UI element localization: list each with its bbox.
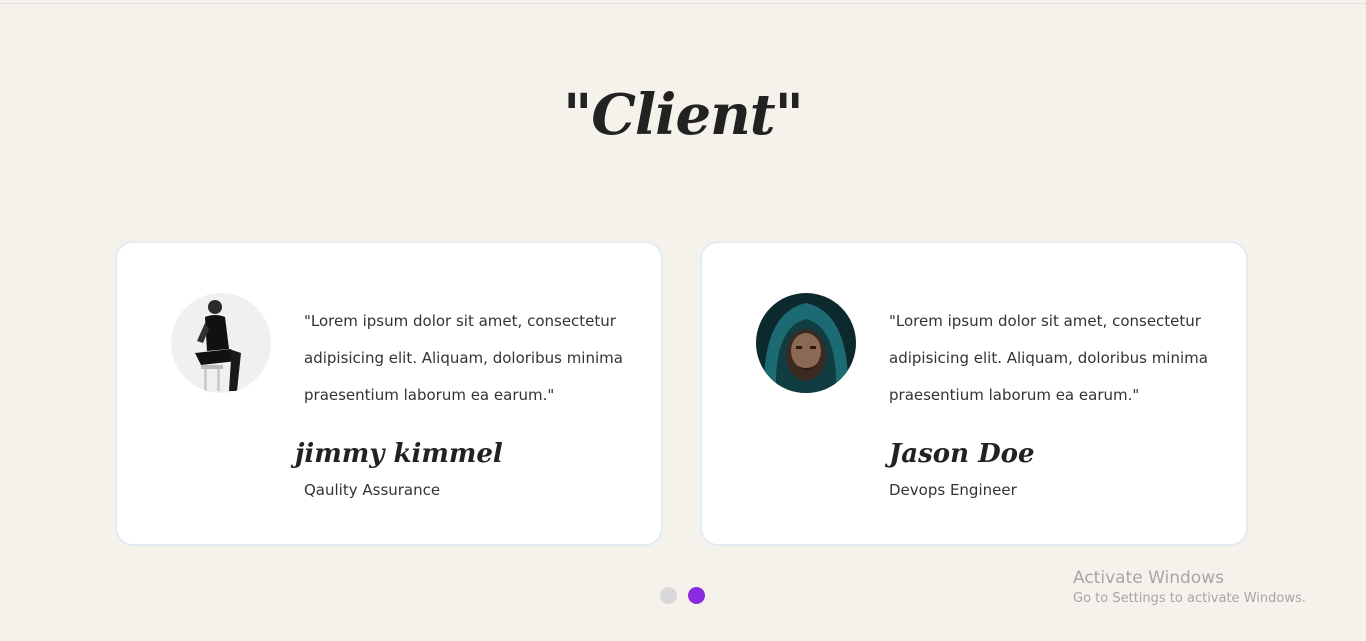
testimonial-role: Qaulity Assurance: [304, 481, 441, 499]
testimonial-card: "Lorem ipsum dolor sit amet, consectetur…: [115, 241, 663, 546]
testimonial-name: jimmy kimmel: [295, 439, 503, 469]
pagination-dot-2-active[interactable]: [688, 587, 705, 604]
watermark-title: Activate Windows: [1073, 568, 1224, 588]
pagination-dot-1[interactable]: [660, 587, 677, 604]
hooded-man-avatar: [756, 293, 856, 393]
person-sitting-avatar: [171, 293, 271, 393]
carousel-pagination: [660, 587, 720, 605]
testimonial-name: Jason Doe: [889, 439, 1035, 469]
windows-activation-watermark: Activate Windows Go to Settings to activ…: [1073, 568, 1306, 606]
watermark-subtitle: Go to Settings to activate Windows.: [1073, 591, 1306, 606]
testimonial-quote: "Lorem ipsum dolor sit amet, consectetur…: [889, 312, 1208, 404]
testimonial-role: Devops Engineer: [889, 481, 1017, 499]
top-divider: [0, 3, 1366, 4]
testimonial-card: "Lorem ipsum dolor sit amet, consectetur…: [700, 241, 1248, 546]
testimonial-quote: "Lorem ipsum dolor sit amet, consectetur…: [304, 312, 623, 404]
section-title: "Client": [563, 82, 804, 148]
